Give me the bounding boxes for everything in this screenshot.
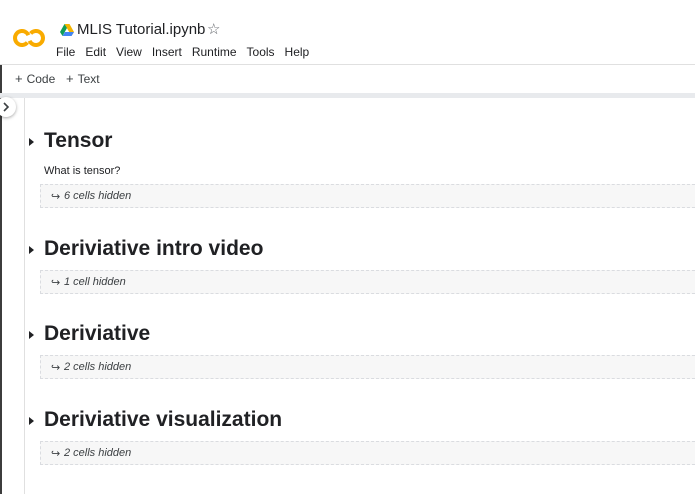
menu-help[interactable]: Help [280,45,315,59]
add-text-label: Text [77,72,100,86]
notebook-content: Tensor What is tensor? ↪ 6 cells hidden … [24,98,695,494]
notebook-toolbar: + Code + Text [0,65,695,93]
menu-edit[interactable]: Edit [80,45,111,59]
plus-icon: + [66,71,74,86]
menu-runtime[interactable]: Runtime [187,45,242,59]
hidden-cells-label: 2 cells hidden [64,361,132,373]
section-heading: Tensor [44,129,113,152]
menu-insert[interactable]: Insert [147,45,187,59]
star-icon[interactable]: ☆ [207,21,220,39]
return-arrow-icon: ↪ [51,448,61,460]
hidden-cells-label: 6 cells hidden [64,190,132,202]
notebook-header: MLIS Tutorial.ipynb ☆ File Edit View Ins… [0,0,695,65]
chevron-right-icon [3,102,10,112]
return-arrow-icon: ↪ [51,191,61,203]
collapse-caret-icon[interactable] [29,246,34,254]
section-heading: Deriviative intro video [44,237,264,260]
hidden-cells-bar[interactable]: ↪ 2 cells hidden [40,441,695,465]
collapse-caret-icon[interactable] [29,138,34,146]
add-code-label: Code [26,72,56,86]
colab-logo-icon[interactable] [12,27,46,49]
menu-bar: File Edit View Insert Runtime Tools Help [51,45,314,59]
hidden-cells-label: 2 cells hidden [64,447,132,459]
section-heading: Deriviative [44,322,151,345]
collapse-caret-icon[interactable] [29,331,34,339]
expand-side-panel-button[interactable] [0,97,16,117]
hidden-cells-bar[interactable]: ↪ 6 cells hidden [40,184,695,208]
return-arrow-icon: ↪ [51,362,61,374]
menu-file[interactable]: File [51,45,80,59]
menu-tools[interactable]: Tools [242,45,280,59]
add-text-button[interactable]: + Text [66,71,100,86]
section-heading: Deriviative visualization [44,408,283,431]
plus-icon: + [15,71,23,86]
menu-view[interactable]: View [111,45,147,59]
return-arrow-icon: ↪ [51,277,61,289]
markdown-text: What is tensor? [44,165,121,177]
google-drive-icon [60,24,74,36]
add-code-button[interactable]: + Code [15,71,55,86]
collapse-caret-icon[interactable] [29,417,34,425]
hidden-cells-bar[interactable]: ↪ 1 cell hidden [40,270,695,294]
notebook-title[interactable]: MLIS Tutorial.ipynb [77,21,205,38]
hidden-cells-label: 1 cell hidden [64,276,126,288]
hidden-cells-bar[interactable]: ↪ 2 cells hidden [40,355,695,379]
